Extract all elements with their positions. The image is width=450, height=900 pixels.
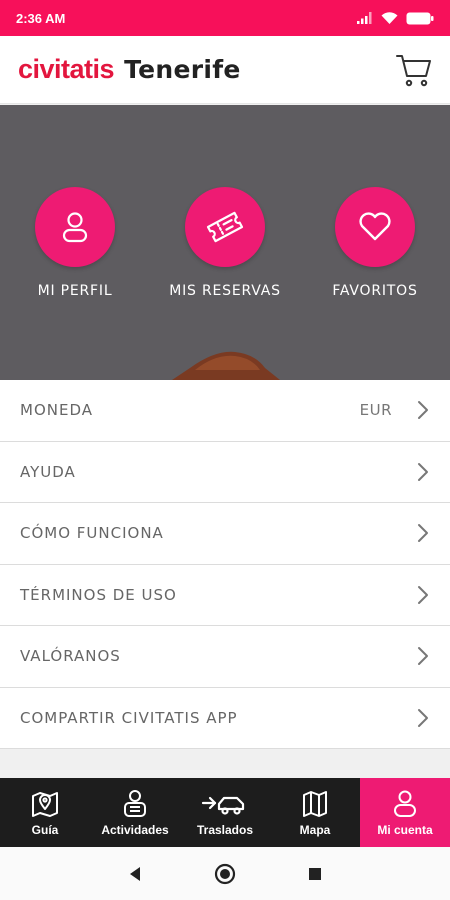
chevron-right-icon: [418, 462, 428, 481]
person-icon: [62, 212, 88, 243]
menu-item-label: COMPARTIR CIVITATIS APP: [20, 708, 238, 727]
my-bookings-button[interactable]: MIS RESERVAS: [150, 187, 300, 299]
account-icon: [394, 790, 416, 817]
menu-item-help[interactable]: AYUDA: [0, 442, 450, 503]
recents-button[interactable]: [303, 862, 327, 886]
my-profile-label: MI PERFIL: [37, 283, 113, 299]
menu-item-label: MONEDA: [20, 401, 93, 420]
volcano-image: [172, 351, 280, 380]
favorites-button[interactable]: FAVORITOS: [300, 187, 450, 299]
nav-label: Mi cuenta: [377, 822, 433, 837]
chevron-right-icon: [418, 585, 428, 604]
nav-label: Mapa: [299, 822, 331, 837]
hero-shortcuts: MI PERFIL MIS RESERVAS FAVORITOS: [0, 187, 450, 299]
nav-item-map[interactable]: Mapa: [270, 778, 360, 847]
system-nav-bar: [0, 847, 450, 900]
cart-button[interactable]: [394, 50, 434, 90]
chevron-right-icon: [418, 401, 428, 420]
menu-item-rate-us[interactable]: VALÓRANOS: [0, 626, 450, 688]
my-bookings-label: MIS RESERVAS: [169, 283, 281, 299]
bottom-nav: Guía Actividades Traslados Mapa Mi cuent…: [0, 778, 450, 847]
app-header: civitatis Tenerife: [0, 36, 450, 104]
home-button[interactable]: [213, 862, 237, 886]
city-title: Tenerife: [124, 55, 241, 84]
settings-menu: MONEDA EUR AYUDA CÓMO FUNCIONA TÉRMINOS …: [0, 380, 450, 749]
nav-item-guide[interactable]: Guía: [0, 778, 90, 847]
status-bar: 2:36 AM: [0, 0, 450, 36]
map-icon: [303, 790, 327, 817]
heart-icon: [359, 212, 391, 241]
car-transfer-icon: [201, 796, 245, 815]
chevron-right-icon: [418, 708, 428, 727]
favorites-circle: [335, 187, 415, 267]
cart-icon: [396, 55, 431, 87]
menu-item-share-app[interactable]: COMPARTIR CIVITATIS APP: [0, 688, 450, 749]
menu-item-currency[interactable]: MONEDA EUR: [0, 380, 450, 442]
nav-label: Traslados: [196, 822, 254, 837]
battery-icon: [406, 12, 434, 24]
nav-item-my-account[interactable]: Mi cuenta: [360, 778, 450, 847]
nav-item-activities[interactable]: Actividades: [90, 778, 180, 847]
favorites-label: FAVORITOS: [332, 283, 418, 299]
chevron-right-icon: [418, 524, 428, 543]
my-profile-circle: [35, 187, 115, 267]
nav-label: Actividades: [101, 822, 169, 837]
nav-label: Guía: [31, 822, 59, 837]
civitatis-logo: civitatis: [18, 54, 115, 84]
my-bookings-circle: [185, 187, 265, 267]
home-circle-icon: [214, 863, 236, 884]
chevron-right-icon: [418, 647, 428, 666]
recents-square-icon: [309, 867, 321, 880]
menu-item-label: TÉRMINOS DE USO: [20, 585, 177, 604]
guide-person-icon: [124, 789, 146, 817]
nav-item-transfers[interactable]: Traslados: [180, 778, 270, 847]
menu-item-label: VALÓRANOS: [20, 647, 121, 666]
menu-item-label: AYUDA: [20, 462, 76, 481]
wifi-icon: [381, 11, 398, 24]
account-hero: MI PERFIL MIS RESERVAS FAVORITOS: [0, 105, 450, 380]
status-icons: [357, 11, 434, 25]
signal-icon: [357, 12, 372, 24]
map-pin-icon: [32, 791, 58, 817]
menu-item-how-it-works[interactable]: CÓMO FUNCIONA: [0, 503, 450, 565]
back-triangle-icon: [130, 866, 140, 881]
menu-item-label: CÓMO FUNCIONA: [20, 524, 164, 543]
back-button[interactable]: [123, 862, 147, 886]
currency-value: EUR: [359, 401, 392, 420]
my-profile-button[interactable]: MI PERFIL: [0, 187, 150, 299]
ticket-icon: [206, 211, 244, 243]
status-time: 2:36 AM: [16, 10, 66, 26]
menu-item-terms[interactable]: TÉRMINOS DE USO: [0, 565, 450, 626]
